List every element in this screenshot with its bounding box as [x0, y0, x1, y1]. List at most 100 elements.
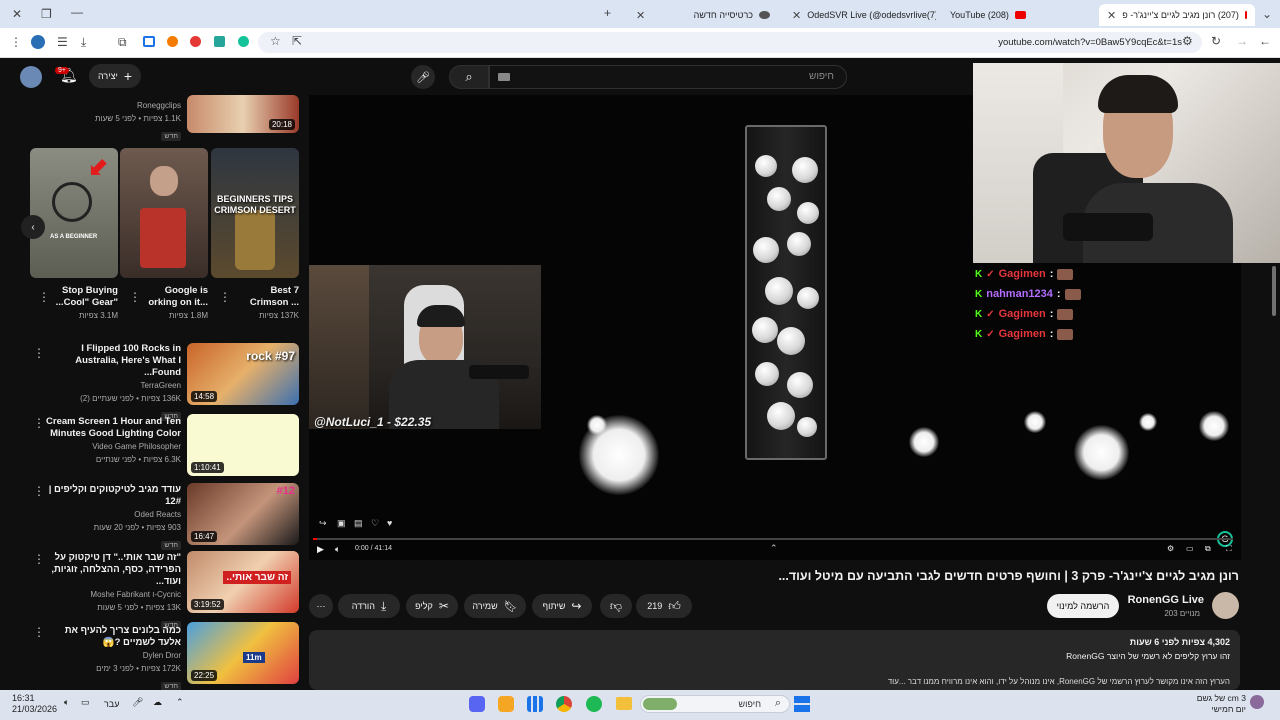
grammarly-icon[interactable] [238, 36, 249, 47]
tab-youtube[interactable]: (208) YouTube [942, 4, 1094, 26]
clock[interactable]: 16:31 21/03/2026 [12, 693, 57, 715]
more-icon[interactable]: ⋮ [33, 552, 45, 566]
tab-odedsvr[interactable]: (7)OdedSVR Live (@odedsvrlive ✕ [784, 4, 936, 26]
extension-icon[interactable] [143, 36, 155, 47]
discord-icon[interactable] [469, 696, 485, 712]
miniplayer-icon[interactable]: ▣ [337, 518, 346, 529]
channel-name[interactable]: RonenGG Live [1128, 594, 1204, 606]
cloud-off-icon[interactable]: ☁ [153, 697, 162, 708]
video-thumbnail[interactable]: rock #97 14:58 [187, 343, 299, 405]
share-icon[interactable]: ↪ [319, 518, 327, 529]
short-thumbnail[interactable] [120, 148, 208, 278]
avatar[interactable] [20, 66, 42, 88]
new-tab-icon[interactable]: + [604, 7, 611, 19]
weather-icon[interactable] [1250, 695, 1264, 709]
settings-icon[interactable]: ⚙ [1167, 544, 1174, 553]
subscribe-button[interactable]: הרשמה למינוי [1047, 594, 1119, 618]
short-thumbnail[interactable]: BEGINNERS TIPS CRIMSON DESERT [211, 148, 299, 278]
channel-avatar[interactable] [1212, 592, 1239, 619]
speaker-icon[interactable]: 🔈︎ [64, 697, 69, 708]
extension-icon[interactable] [190, 36, 201, 47]
list-item[interactable]: כמה בלונים צריך להעיף את אלעד לשמיים ?😱 … [41, 625, 181, 693]
close-tab-icon[interactable]: ✕ [792, 9, 801, 22]
download-icon[interactable]: ⤓ [81, 36, 86, 48]
extension-icon[interactable] [167, 36, 178, 47]
search-input[interactable]: חיפוש [489, 65, 847, 89]
bookmark-star-icon[interactable]: ☆ [270, 35, 281, 47]
dislike-button[interactable]: 👎︎ [600, 594, 632, 618]
description-line[interactable]: הערוץ הזה אינו מקושר לערוץ הרשמי של Rone… [888, 677, 1230, 686]
list-item[interactable]: Roneggclips 1.1K צפיות • לפני 5 שעות חדש [31, 99, 181, 143]
more-icon[interactable]: ⋮ [33, 416, 45, 430]
chevron-up-icon[interactable]: ⌃ [770, 543, 778, 554]
close-window-icon[interactable]: ✕ [12, 8, 22, 20]
tab-search-icon[interactable]: ⌄ [1262, 8, 1272, 20]
network-icon[interactable]: ▭ [81, 697, 90, 708]
close-tab-icon[interactable]: ✕ [636, 9, 645, 22]
short-item[interactable]: Best 7 ... Crimson 137K צפיות [229, 285, 299, 322]
progress-bar[interactable] [313, 538, 1233, 540]
video-thumbnail[interactable]: זה שבר אותי.. 3:19:52 [187, 551, 299, 613]
play-icon[interactable]: ▶ [317, 544, 324, 555]
dislike-overlay-icon[interactable]: ♡ [371, 518, 379, 529]
taskbar-search[interactable]: חיפוש ⌕ [640, 695, 790, 713]
clip-button[interactable]: ✂ קליפ [406, 594, 458, 618]
short-item[interactable]: Stop Buying "Cool" Gear... 3.1M צפיות [38, 285, 118, 322]
more-icon[interactable]: ⋮ [33, 625, 45, 639]
more-icon[interactable]: ⋮ [33, 484, 45, 498]
start-icon[interactable] [794, 696, 810, 712]
url-text[interactable]: youtube.com/watch?v=0Baw5Y9cqEc&t=1s [998, 37, 1182, 48]
tab-active-video[interactable]: (207) רונן מגיב לגיים צ'יינג'ר- פ ✕ [1099, 4, 1255, 26]
restore-window-icon[interactable]: ❐ [41, 8, 52, 20]
more-icon[interactable]: ⋮ [219, 290, 231, 304]
like-button[interactable]: 👍︎ 219 [636, 594, 692, 618]
list-item[interactable]: I Flipped 100 Rocks in Australia, Here's… [41, 343, 181, 423]
extension-icon[interactable] [214, 36, 225, 47]
video-thumbnail[interactable]: #12 16:47 [187, 483, 299, 545]
chevron-up-icon[interactable]: ⌃ [176, 697, 184, 708]
reload-icon[interactable]: ↻ [1211, 35, 1221, 47]
comment-icon[interactable]: ▤ [354, 518, 363, 529]
theater-mode-icon[interactable]: ▭ [1186, 544, 1194, 553]
video-thumbnail[interactable]: 20:18 [187, 95, 299, 133]
mic-icon[interactable]: 🎤︎ [132, 697, 143, 708]
chrome-icon[interactable] [556, 696, 572, 712]
list-item[interactable]: עודד מגיב לטיקטוקים וקליפים | 12# Oded R… [41, 484, 181, 552]
share-page-icon[interactable]: ⇱ [292, 35, 302, 47]
video-thumbnail[interactable]: 1:10:41 [187, 414, 299, 476]
short-thumbnail[interactable]: ⬋ AS A BEGINNER [30, 148, 118, 278]
apps-grid-icon[interactable] [527, 696, 543, 712]
file-explorer-icon[interactable] [616, 697, 632, 710]
volume-icon[interactable]: 🔈︎ [335, 544, 340, 555]
search-button[interactable]: ⌕ [449, 65, 489, 89]
create-button[interactable]: יצירה + [89, 64, 141, 88]
language-indicator[interactable]: עבר [104, 699, 119, 709]
back-icon[interactable]: ← [1259, 35, 1271, 47]
minimize-window-icon[interactable]: — [71, 6, 83, 18]
shelf-prev-button[interactable]: ‹ [21, 215, 45, 239]
more-icon[interactable]: ⋮ [38, 290, 50, 304]
close-tab-icon[interactable]: ✕ [1107, 9, 1116, 22]
site-settings-icon[interactable]: ⚙ [1182, 35, 1193, 47]
fullscreen-icon[interactable]: ⛶ [1226, 544, 1232, 554]
voice-search-button[interactable]: 🎤︎ [411, 65, 435, 89]
scrollbar-thumb[interactable] [1272, 266, 1276, 316]
reading-list-icon[interactable]: ☰ [57, 36, 68, 48]
extensions-icon[interactable]: ⧉ [118, 36, 127, 48]
share-button[interactable]: ↪ שיתוף [532, 594, 592, 618]
app-icon[interactable] [498, 696, 514, 712]
forward-icon[interactable]: → [1236, 35, 1248, 47]
download-button[interactable]: ⤓ הורדה [338, 594, 400, 618]
list-item[interactable]: Cream Screen 1 Hour and Ten Minutes Good… [41, 416, 181, 466]
keyboard-icon[interactable] [498, 73, 510, 81]
more-actions-button[interactable]: ⋯ [309, 594, 333, 618]
save-button[interactable]: 🔖︎ שמירה [464, 594, 526, 618]
tab-new-tab[interactable]: כרטיסייה חדשה ✕ [628, 4, 778, 26]
more-icon[interactable]: ⋮ [129, 290, 141, 304]
like-overlay-icon[interactable]: ♥ [387, 518, 392, 528]
spotify-icon[interactable] [586, 696, 602, 712]
menu-icon[interactable]: ⋮ [10, 36, 22, 48]
more-icon[interactable]: ⋮ [33, 346, 45, 360]
pip-icon[interactable]: ⧉ [1205, 544, 1211, 554]
list-item[interactable]: "זה שבר אותי.." דן טיקטוק על הפרידה, כסף… [41, 552, 181, 632]
